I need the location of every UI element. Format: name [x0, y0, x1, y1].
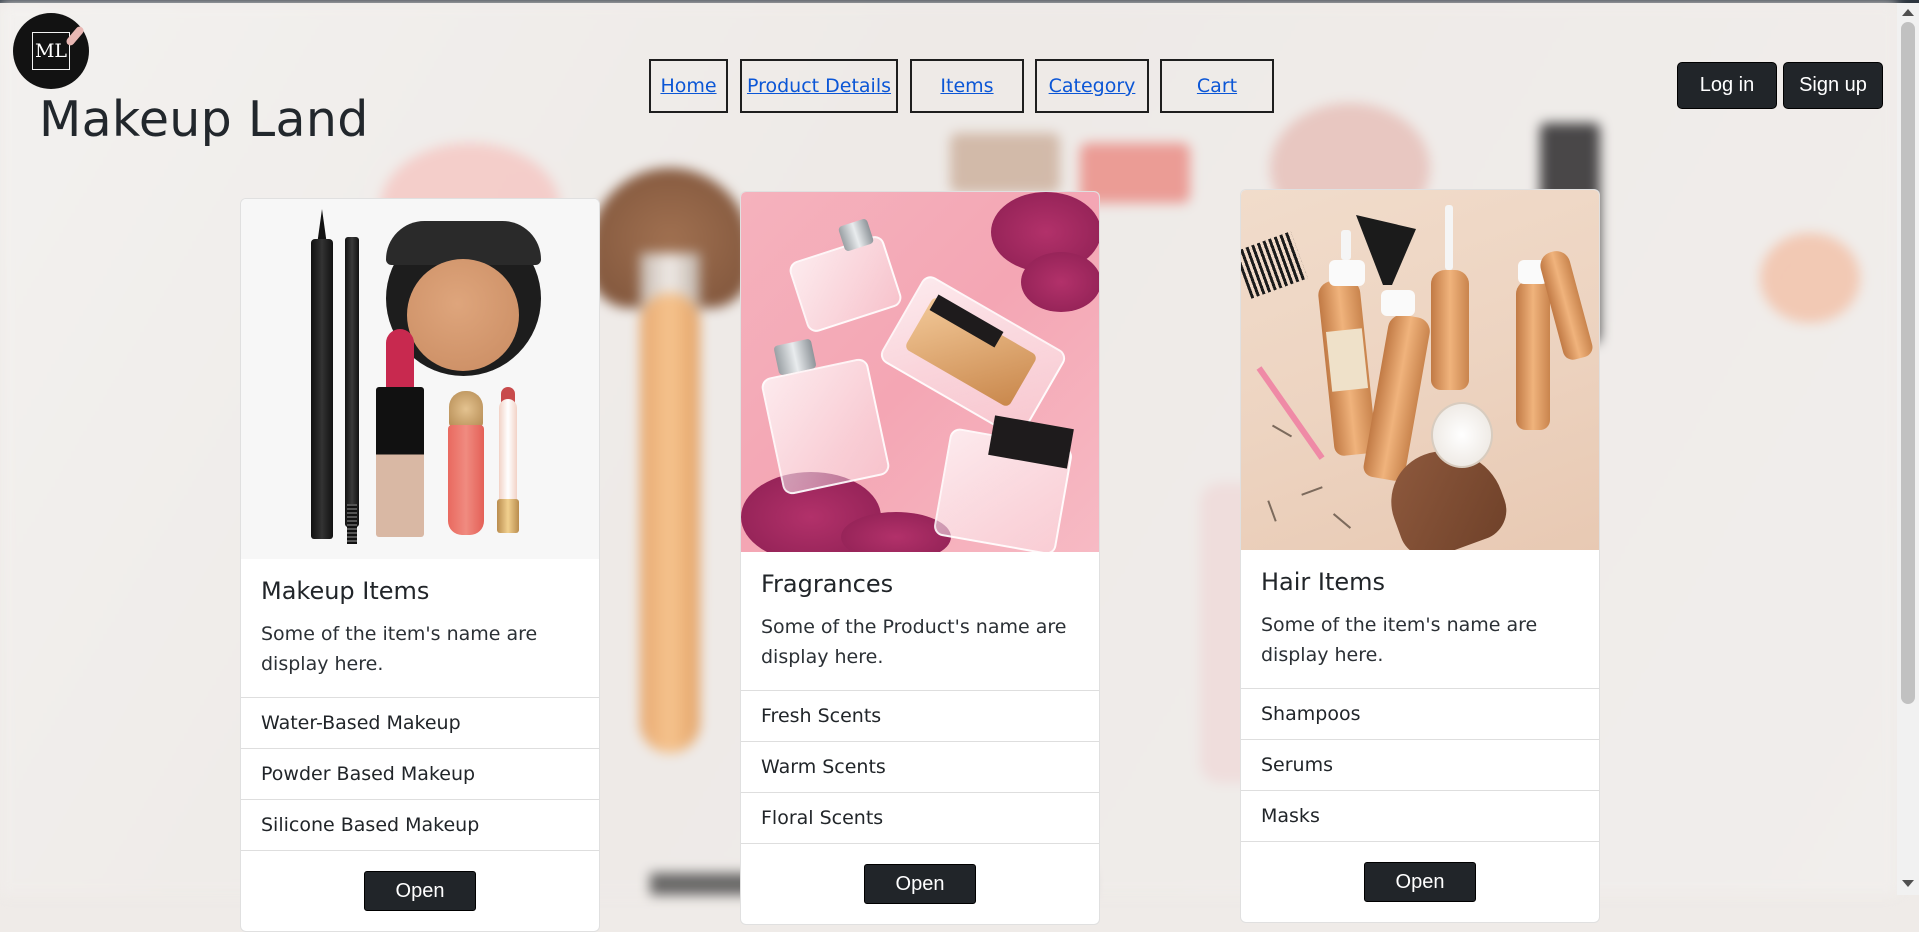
list-item: Silicone Based Makeup	[241, 800, 599, 851]
card-list: Fresh Scents Warm Scents Floral Scents	[741, 690, 1099, 844]
card-footer: Open	[741, 844, 1099, 924]
card-list: Shampoos Serums Masks	[1241, 688, 1599, 842]
logo-mark: ML	[32, 25, 86, 70]
card-fragrances: Fragrances Some of the Product's name ar…	[740, 191, 1100, 925]
scroll-down-arrow-icon[interactable]	[1902, 880, 1914, 887]
hair-products-image	[1241, 190, 1599, 550]
card-text: Some of the Product's name are display h…	[761, 616, 1067, 668]
card-text: Some of the item's name are display here…	[261, 623, 538, 675]
list-item: Serums	[1241, 740, 1599, 791]
card-text: Some of the item's name are display here…	[1261, 614, 1538, 666]
login-button[interactable]: Log in	[1677, 62, 1777, 109]
scrollbar-thumb[interactable]	[1901, 22, 1915, 704]
list-item: Masks	[1241, 791, 1599, 842]
nav-product-details-link[interactable]: Product Details	[740, 59, 898, 113]
list-item: Shampoos	[1241, 689, 1599, 740]
card-body: Makeup Items Some of the item's name are…	[241, 559, 599, 697]
list-item: Warm Scents	[741, 742, 1099, 793]
list-item: Powder Based Makeup	[241, 749, 599, 800]
list-item: Fresh Scents	[741, 691, 1099, 742]
open-button[interactable]: Open	[364, 871, 476, 911]
scroll-up-arrow-icon[interactable]	[1902, 9, 1914, 16]
card-footer: Open	[241, 851, 599, 931]
list-item: Floral Scents	[741, 793, 1099, 844]
card-title: Fragrances	[761, 570, 894, 598]
card-body: Fragrances Some of the Product's name ar…	[741, 552, 1099, 690]
nav-category-link[interactable]: Category	[1035, 59, 1149, 113]
site-title: Makeup Land	[39, 91, 369, 148]
nav-items-link[interactable]: Items	[910, 59, 1024, 113]
card-makeup-items: Makeup Items Some of the item's name are…	[240, 198, 600, 932]
site-logo[interactable]: ML	[13, 13, 89, 89]
nav-cart-link[interactable]: Cart	[1160, 59, 1274, 113]
brush-icon	[64, 25, 86, 47]
card-hair-items: Hair Items Some of the item's name are d…	[1240, 189, 1600, 923]
card-body: Hair Items Some of the item's name are d…	[1241, 550, 1599, 688]
card-list: Water-Based Makeup Powder Based Makeup S…	[241, 697, 599, 851]
fragrances-image	[741, 192, 1099, 552]
makeup-products-image	[241, 199, 599, 559]
open-button[interactable]: Open	[864, 864, 976, 904]
nav-home-link[interactable]: Home	[649, 59, 728, 113]
list-item: Water-Based Makeup	[241, 698, 599, 749]
card-footer: Open	[1241, 842, 1599, 922]
card-title: Hair Items	[1261, 568, 1386, 596]
card-title: Makeup Items	[261, 577, 430, 605]
signup-button[interactable]: Sign up	[1783, 62, 1883, 109]
logo-text: ML	[34, 40, 68, 62]
open-button[interactable]: Open	[1364, 862, 1476, 902]
